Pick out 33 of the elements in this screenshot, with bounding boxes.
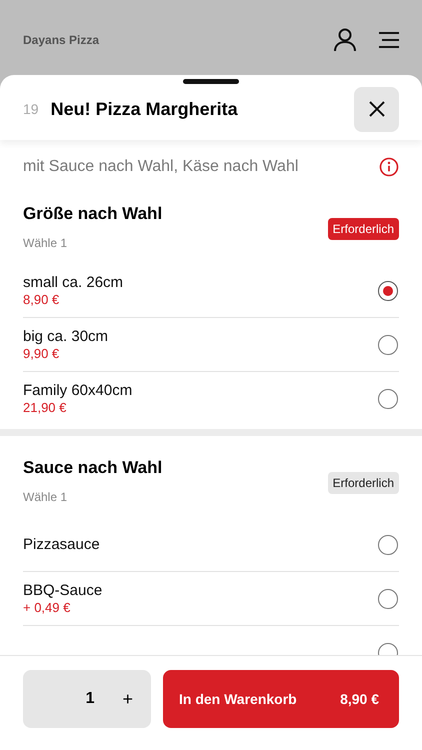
option-price: 9,90 € [23, 346, 60, 361]
group-hint: Wähle 1 [23, 490, 68, 504]
radio-button[interactable] [378, 588, 398, 608]
info-icon[interactable] [379, 157, 399, 177]
group-title: Sauce nach Wahl [23, 458, 162, 478]
app-title: Dayans Pizza [23, 32, 100, 46]
required-badge: Erforderlich [328, 472, 399, 494]
option-price: 8,90 € [23, 292, 60, 307]
drag-handle[interactable] [183, 79, 239, 84]
option-name: Family 60x40cm [23, 382, 134, 399]
group-hint: Wähle 1 [23, 236, 68, 250]
item-number: 19 [23, 101, 39, 117]
radio-button[interactable] [378, 334, 398, 354]
item-description: mit Sauce nach Wahl, Käse nach Wahl [23, 158, 300, 176]
quantity-value: 1 [86, 690, 94, 708]
option-price: 21,90 € [23, 400, 68, 415]
radio-button[interactable] [378, 534, 398, 554]
option-price: + 0,49 € [23, 600, 72, 615]
plus-button[interactable]: + [122, 688, 133, 710]
option-name: small ca. 26cm [23, 274, 124, 291]
group-title: Größe nach Wahl [23, 204, 162, 224]
item-title: Neu! Pizza Margherita [50, 98, 239, 120]
menu-icon[interactable] [378, 32, 400, 48]
option-name: big ca. 30cm [23, 328, 110, 345]
close-button[interactable] [354, 86, 399, 132]
option-name: BBQ-Sauce [23, 582, 104, 599]
required-badge: Erforderlich [328, 218, 399, 240]
close-icon [368, 101, 384, 117]
user-icon[interactable] [334, 28, 356, 52]
option-name: Pizzasauce [23, 536, 101, 553]
radio-button[interactable] [378, 280, 398, 300]
add-to-cart-button[interactable]: In den Warenkorb 8,90 € [163, 670, 399, 728]
radio-button[interactable] [378, 388, 398, 408]
